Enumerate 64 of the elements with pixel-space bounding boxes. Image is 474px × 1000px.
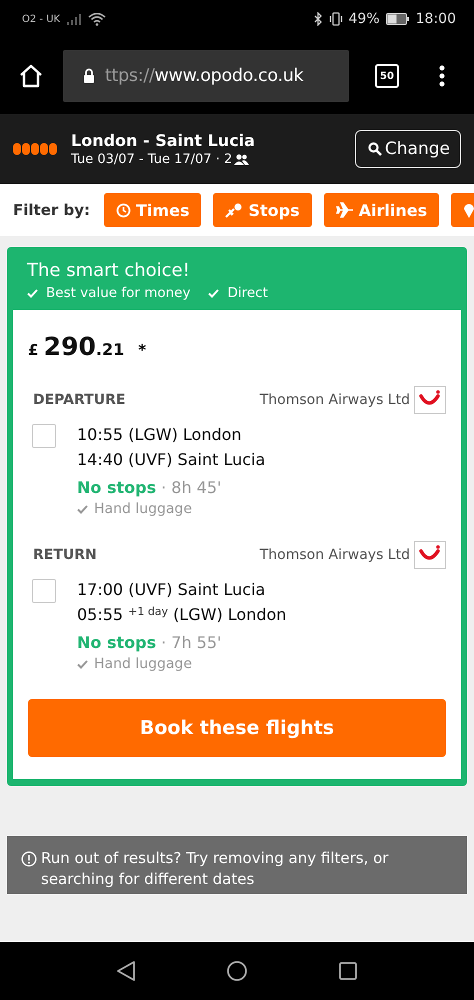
select-checkbox[interactable] — [32, 579, 56, 603]
price-note: * — [138, 341, 146, 359]
bluetooth-icon — [314, 12, 323, 26]
dots-icon — [13, 143, 58, 155]
stops-text: No stops — [77, 633, 156, 652]
duration-text: · 7h 55' — [161, 633, 222, 652]
filter-label: Filter by: — [13, 201, 90, 219]
arrival-place: (LGW) London — [173, 604, 286, 626]
leg-label: RETURN — [33, 547, 98, 563]
wifi-icon — [88, 12, 106, 26]
price: £ 290.21 — [28, 332, 124, 361]
perk-text: Direct — [227, 285, 268, 301]
route-title: London - Saint Lucia — [71, 131, 256, 150]
check-icon — [77, 504, 88, 514]
smile-logo-icon — [414, 541, 446, 569]
filter-chip[interactable]: Airlines — [324, 193, 440, 227]
airline-name: Thomson Airways Ltd — [260, 547, 410, 563]
day-offset: +1 day — [128, 605, 168, 618]
plane-icon — [336, 202, 354, 218]
tab-count-button[interactable]: 50 — [375, 64, 399, 88]
duration-text: · 8h 45' — [161, 478, 222, 497]
passengers-icon — [234, 154, 250, 165]
pin-icon — [463, 202, 474, 218]
departure-time: 17:00 (UVF) Saint Lucia — [77, 579, 266, 601]
clock-icon — [116, 202, 132, 218]
info-icon — [21, 851, 37, 867]
lock-icon — [83, 68, 95, 84]
battery-percent: 49% — [348, 11, 380, 27]
carrier-name: O2 - UK — [22, 14, 60, 24]
recents-icon[interactable] — [338, 961, 358, 981]
luggage-text: Hand luggage — [94, 501, 192, 517]
plane-stop-icon — [225, 202, 244, 218]
check-icon — [27, 288, 38, 298]
leg-label: DEPARTURE — [33, 392, 126, 408]
search-icon — [368, 142, 382, 156]
smile-logo-icon — [414, 386, 446, 414]
check-icon — [77, 660, 88, 668]
arrival-place: (UVF) Saint Lucia — [128, 449, 266, 471]
airline-name: Thomson Airways Ltd — [260, 392, 410, 408]
vibrate-icon — [328, 12, 343, 26]
clock-time: 18:00 — [416, 11, 456, 27]
battery-icon — [386, 13, 410, 25]
filter-chip[interactable]: Times — [104, 193, 202, 227]
select-checkbox[interactable] — [32, 424, 56, 448]
signal-icon — [66, 13, 82, 25]
url-text: ttps://www.opodo.co.uk — [105, 66, 304, 86]
arrival-time: 05:55 — [77, 604, 124, 626]
back-icon[interactable] — [116, 960, 136, 982]
trip-dates: Tue 03/07 - Tue 17/07 · 2 — [71, 152, 232, 167]
arrival-time: 14:40 — [77, 449, 124, 471]
perk-text: Best value for money — [46, 285, 190, 301]
book-button[interactable]: Book these flights — [28, 699, 446, 757]
notice-text: Run out of results? Try removing any filters, or searching for different dates — [41, 848, 390, 890]
home-icon[interactable] — [18, 64, 44, 88]
home-button-icon[interactable] — [226, 960, 248, 982]
menu-icon[interactable] — [439, 65, 445, 87]
check-icon — [208, 288, 220, 298]
change-button[interactable]: Change — [354, 130, 461, 168]
luggage-text: Hand luggage — [94, 656, 192, 672]
offer-title: The smart choice! — [27, 260, 191, 281]
address-bar[interactable]: ttps://www.opodo.co.uk — [63, 50, 349, 102]
stops-text: No stops — [77, 478, 156, 497]
filter-chip[interactable]: Stops — [213, 193, 312, 227]
departure-time: 10:55 (LGW) London — [77, 424, 243, 446]
